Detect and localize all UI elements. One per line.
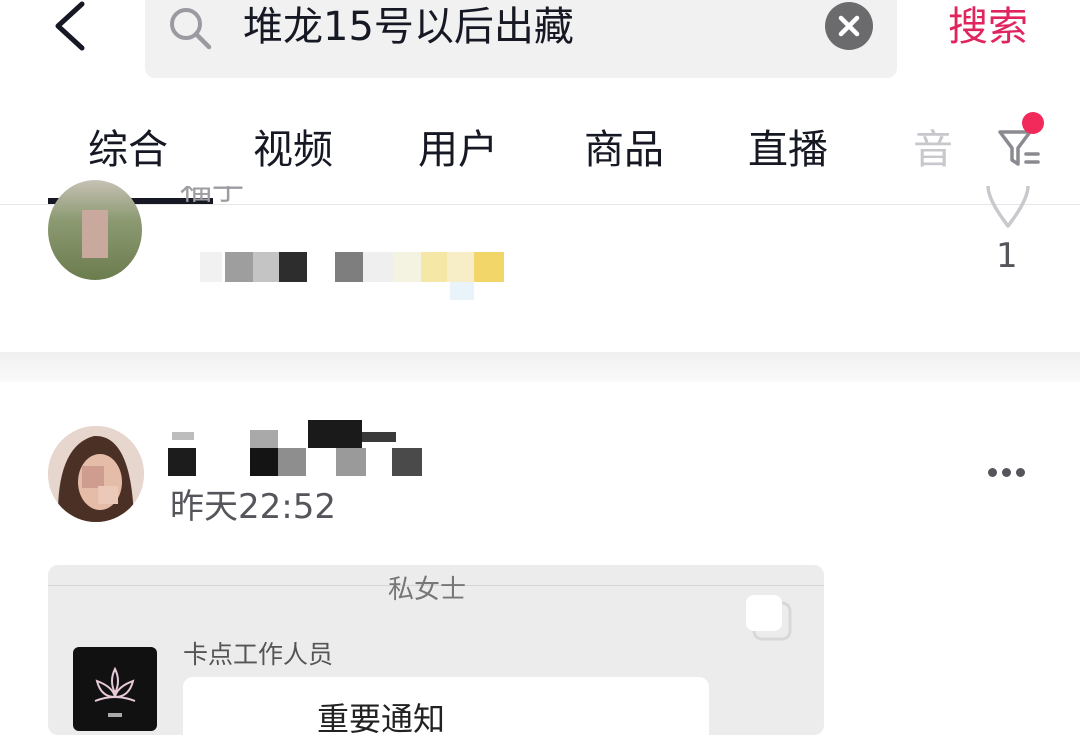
shared-image-title: 私女士 bbox=[388, 575, 467, 603]
tabs-divider bbox=[0, 204, 1080, 205]
like-count: 1 bbox=[996, 236, 1018, 276]
avatar[interactable] bbox=[48, 426, 144, 522]
copy-icon bbox=[746, 595, 792, 641]
message-bubble: 重要通知 bbox=[183, 677, 709, 735]
tab-live[interactable]: 直播 bbox=[748, 122, 828, 178]
back-arrow-icon bbox=[55, 1, 85, 51]
search-input[interactable]: 堆龙15号以后出藏 bbox=[243, 2, 574, 52]
post-image[interactable]: 私女士 卡点工作人员 重要通知 bbox=[48, 565, 824, 735]
sender-logo bbox=[73, 647, 157, 731]
clear-icon bbox=[838, 15, 860, 37]
message-text: 重要通知 bbox=[317, 700, 446, 735]
clear-search-button[interactable] bbox=[825, 2, 873, 50]
back-button[interactable] bbox=[40, 0, 100, 56]
filter-badge-dot bbox=[1022, 112, 1044, 134]
post-author-name[interactable] bbox=[168, 420, 438, 480]
more-options-button[interactable] bbox=[986, 462, 1028, 482]
section-divider bbox=[0, 352, 1080, 382]
search-box[interactable]: 堆龙15号以后出藏 bbox=[145, 0, 897, 78]
heart-icon bbox=[986, 185, 1030, 228]
post-timestamp: 昨天22:52 bbox=[170, 487, 336, 527]
tab-users[interactable]: 用户 bbox=[418, 122, 498, 178]
sender-name: 卡点工作人员 bbox=[183, 640, 334, 669]
post-author-name[interactable]: 福子 bbox=[180, 186, 270, 212]
search-icon bbox=[170, 8, 212, 50]
tab-products[interactable]: 商品 bbox=[584, 122, 664, 178]
blurred-post-text bbox=[180, 236, 540, 306]
like-button[interactable] bbox=[984, 185, 1032, 230]
tab-video[interactable]: 视频 bbox=[253, 122, 333, 178]
tab-comprehensive[interactable]: 综合 bbox=[88, 122, 168, 178]
search-button[interactable]: 搜索 bbox=[948, 2, 1028, 52]
tab-music[interactable]: 音 bbox=[913, 122, 953, 178]
avatar[interactable] bbox=[48, 180, 142, 280]
